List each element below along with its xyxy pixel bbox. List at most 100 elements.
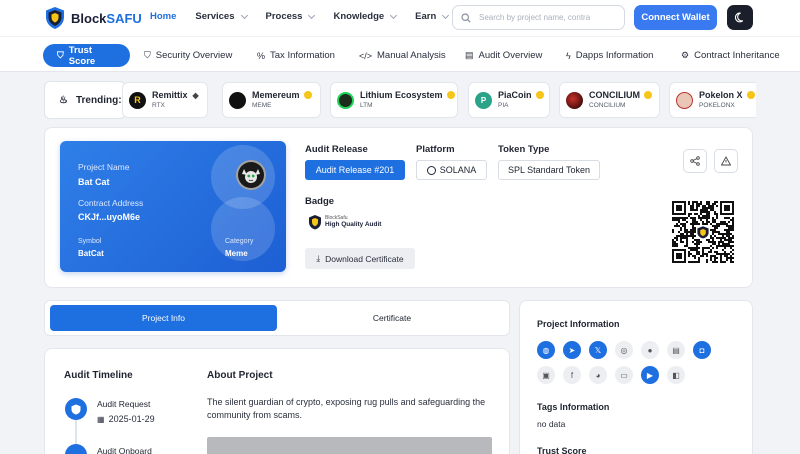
file-icon: ▤ bbox=[465, 50, 474, 60]
top-header: BlockSAFU Home Services Process Knowledg… bbox=[0, 0, 800, 36]
chevron-down-icon bbox=[308, 11, 316, 19]
project-avatar bbox=[337, 91, 354, 109]
trending-item[interactable]: Lithium Ecosystem LTM bbox=[330, 82, 458, 118]
bat-cat-icon bbox=[242, 169, 260, 183]
calendar-icon: ▦ bbox=[97, 414, 105, 424]
youtube-icon[interactable]: ▶ bbox=[641, 366, 659, 384]
nav-knowledge[interactable]: Knowledge bbox=[333, 11, 398, 22]
nav-earn[interactable]: Earn bbox=[415, 11, 450, 22]
project-banner-image bbox=[207, 437, 492, 454]
shield-badge-icon bbox=[309, 215, 321, 230]
theme-toggle-button[interactable] bbox=[727, 5, 753, 30]
solana-icon bbox=[426, 165, 436, 175]
chevron-down-icon bbox=[442, 11, 450, 19]
facebook-icon[interactable]: f bbox=[563, 366, 581, 384]
project-avatar bbox=[566, 91, 583, 109]
moon-icon bbox=[734, 12, 743, 23]
twitch-icon[interactable]: ◧ bbox=[667, 366, 685, 384]
trust-score-title: Trust Score bbox=[537, 446, 587, 454]
hierarchy-icon: ⚙ bbox=[681, 50, 690, 60]
audit-release-button[interactable]: Audit Release #201 bbox=[305, 160, 405, 180]
tab-contract-inheritance[interactable]: ⚙ Contract Inheritance bbox=[681, 44, 780, 67]
verified-badge-icon bbox=[746, 91, 755, 99]
download-certificate-button[interactable]: ⤓ Download Certificate bbox=[305, 248, 415, 269]
shield-check-icon: ⛉ bbox=[144, 50, 151, 60]
main-nav: Home Services Process Knowledge Earn bbox=[150, 11, 450, 22]
logo[interactable]: BlockSAFU bbox=[44, 6, 142, 30]
trending-item[interactable]: Memereum MEME bbox=[222, 82, 321, 118]
about-project-title: About Project bbox=[207, 370, 273, 381]
shield-icon: ⛉ bbox=[57, 50, 64, 60]
telegram-icon[interactable]: ➤ bbox=[563, 341, 581, 359]
category-label: Category bbox=[225, 238, 254, 245]
warning-icon bbox=[721, 156, 731, 166]
tab-project-info[interactable]: Project Info bbox=[50, 305, 277, 331]
token-type-badge: SPL Standard Token bbox=[498, 160, 600, 180]
percent-icon: % bbox=[257, 50, 266, 61]
contract-address[interactable]: CKJf...uyoM6e bbox=[78, 212, 140, 222]
trending-item[interactable]: Pokelon X POKELONX bbox=[669, 82, 756, 118]
project-name: Bat Cat bbox=[78, 177, 110, 187]
contract-address-label: Contract Address bbox=[78, 198, 144, 208]
tab-certificate[interactable]: Certificate bbox=[278, 305, 506, 331]
trending-label: ♨ Trending: bbox=[44, 81, 126, 119]
timeline-step-label: Audit Onboard bbox=[97, 446, 152, 454]
discord-icon[interactable]: ◎ bbox=[615, 341, 633, 359]
project-avatar: R bbox=[129, 91, 146, 109]
tab-manual-analysis[interactable]: </> Manual Analysis bbox=[359, 44, 446, 67]
badge-title: Badge bbox=[305, 196, 335, 207]
project-avatar: P bbox=[475, 91, 492, 109]
tab-security-overview[interactable]: ⛉ Security Overview bbox=[144, 44, 232, 67]
trending-item[interactable]: R Remittix ◆ RTX bbox=[122, 82, 208, 118]
tags-value: no data bbox=[537, 419, 566, 429]
x-icon[interactable]: 𝕏 bbox=[589, 341, 607, 359]
token-type-title: Token Type bbox=[498, 144, 550, 155]
timeline-step-date: ▦ 2025-01-29 bbox=[97, 414, 155, 424]
verified-badge-icon bbox=[303, 91, 312, 99]
document-icon[interactable]: ▤ bbox=[667, 341, 685, 359]
section-tabs: ⛉ Trust Score ⛉ Security Overview % Tax Inf… bbox=[0, 36, 800, 72]
audit-release-title: Audit Release bbox=[305, 144, 368, 155]
quality-badge: BlockSafu High Quality Audit bbox=[308, 214, 381, 230]
qr-code bbox=[672, 201, 734, 263]
reddit-icon[interactable]: ◕ bbox=[589, 366, 607, 384]
instagram-icon[interactable]: ◘ bbox=[693, 341, 711, 359]
nav-home[interactable]: Home bbox=[150, 11, 176, 22]
video-icon[interactable]: ▭ bbox=[615, 366, 633, 384]
category-value: Meme bbox=[225, 249, 248, 258]
shield-icon bbox=[71, 404, 81, 414]
trending-item[interactable]: CONCILIUM CONCILIUM bbox=[559, 82, 660, 118]
timeline-step-icon bbox=[65, 398, 87, 420]
trending-item[interactable]: P PiaCoin PIA bbox=[468, 82, 550, 118]
tab-dapps-information[interactable]: ϟ Dapps Information bbox=[566, 44, 653, 67]
brand-name: BlockSAFU bbox=[71, 10, 142, 26]
github-icon[interactable]: ● bbox=[641, 341, 659, 359]
project-name-label: Project Name bbox=[78, 162, 130, 172]
medium-icon[interactable]: ▣ bbox=[537, 366, 555, 384]
ethereum-icon: ◆ bbox=[192, 91, 199, 100]
connect-wallet-button[interactable]: Connect Wallet bbox=[634, 5, 717, 30]
platform-title: Platform bbox=[416, 144, 455, 155]
trending-bar: ♨ Trending: R Remittix ◆ RTX Memereum MEME L… bbox=[44, 80, 756, 120]
search-input[interactable] bbox=[479, 13, 614, 22]
tags-information-title: Tags Information bbox=[537, 402, 610, 412]
nav-services[interactable]: Services bbox=[195, 11, 248, 22]
verified-badge-icon bbox=[644, 91, 652, 99]
download-icon: ⤓ bbox=[316, 253, 321, 263]
shield-logo-icon bbox=[46, 7, 64, 29]
verified-badge-icon bbox=[446, 91, 455, 99]
project-logo bbox=[236, 160, 266, 190]
search-box[interactable] bbox=[452, 5, 625, 30]
project-information-title: Project Information bbox=[537, 319, 620, 329]
report-button[interactable] bbox=[714, 149, 738, 173]
nav-process[interactable]: Process bbox=[266, 11, 316, 22]
about-project-text: The silent guardian of crypto, exposing … bbox=[207, 397, 486, 420]
globe-icon[interactable]: ◍ bbox=[537, 341, 555, 359]
tab-audit-overview[interactable]: ▤ Audit Overview bbox=[465, 44, 542, 67]
flame-icon: ♨ bbox=[59, 94, 68, 106]
chevron-down-icon bbox=[390, 11, 398, 19]
timeline-step-label: Audit Request bbox=[97, 399, 151, 409]
tab-tax-information[interactable]: % Tax Information bbox=[257, 44, 335, 67]
share-button[interactable] bbox=[683, 149, 707, 173]
tab-trust-score[interactable]: ⛉ Trust Score bbox=[43, 44, 130, 67]
